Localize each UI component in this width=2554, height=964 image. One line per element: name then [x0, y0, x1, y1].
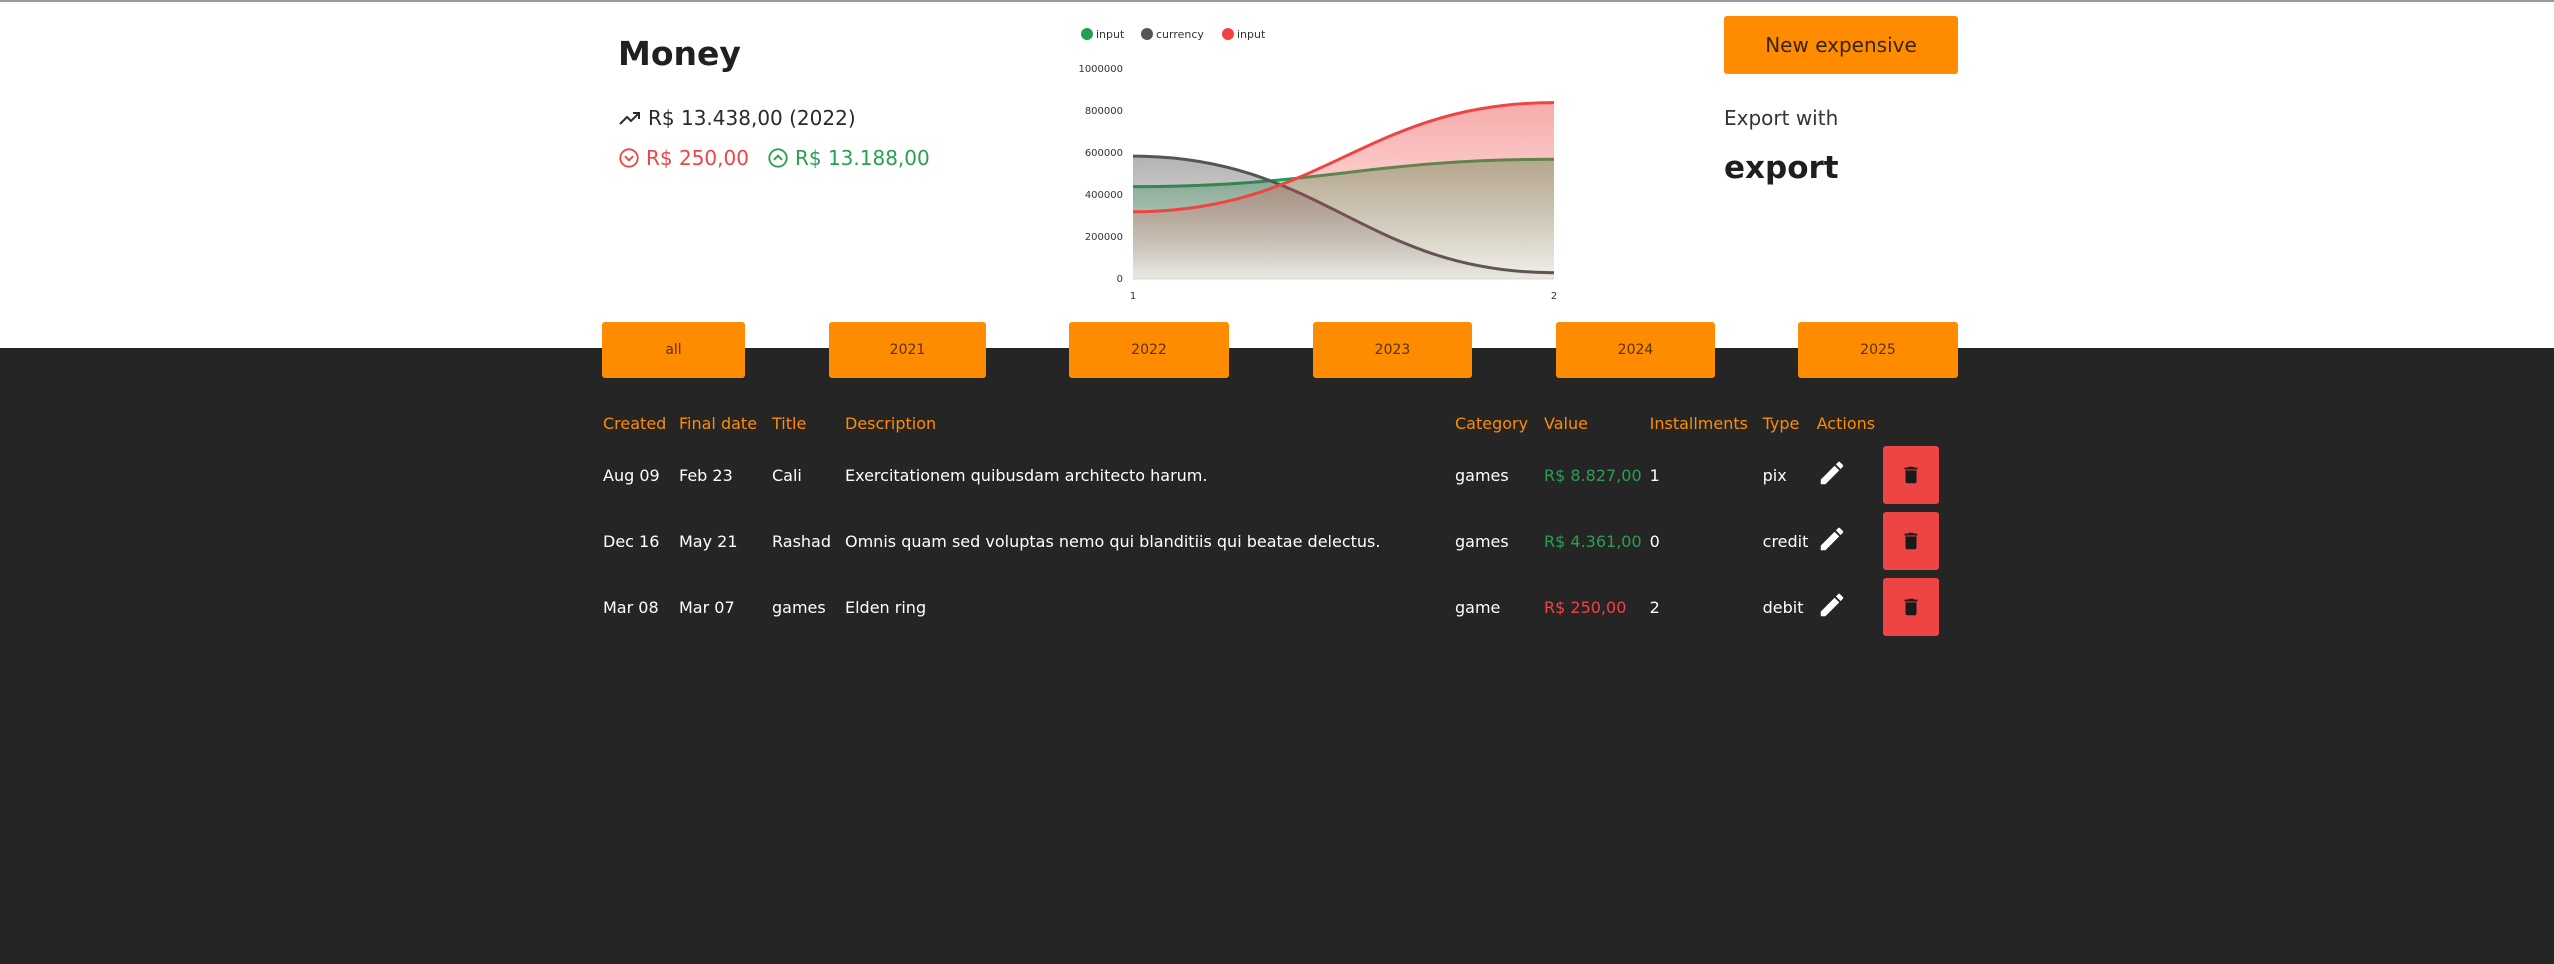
legend-swatch	[1141, 28, 1153, 40]
description-cell: Elden ring	[845, 597, 927, 617]
trash-icon	[1904, 466, 1918, 484]
description-cell: Exercitationem quibusdam architecto haru…	[845, 465, 1208, 485]
column-header[interactable]: Type	[1763, 404, 1817, 442]
subtotals: R$ 250,00 R$ 13.188,00	[618, 146, 930, 170]
y-tick-label: 1000000	[1078, 64, 1123, 75]
chevron-down-circle-icon	[619, 148, 639, 168]
delete-button[interactable]	[1883, 512, 1940, 570]
x-tick-label: 2	[1551, 291, 1557, 302]
table-row: Aug 09 Feb 23 Cali Exercitationem quibus…	[603, 442, 1947, 508]
table-header-row: Created Final date Title Description Cat…	[603, 404, 1947, 442]
export-title[interactable]: export	[1724, 150, 1839, 186]
title-cell: games	[772, 597, 826, 617]
type-cell: credit	[1762, 531, 1809, 551]
area-chart-svg: 0 200000 400000 600000 800000 1000000 1 2 input…	[1078, 28, 1557, 302]
column-header[interactable]: Installments	[1650, 404, 1763, 442]
title-cell: Rashad	[772, 531, 832, 551]
value-cell: R$ 250,00	[1544, 597, 1627, 617]
delete-cell	[1883, 508, 1947, 574]
delete-cell	[1883, 574, 1947, 640]
created-cell: Aug 09	[603, 465, 660, 485]
installments-cell: 0	[1649, 531, 1660, 551]
delete-button[interactable]	[1883, 446, 1940, 504]
x-tick-label: 1	[1130, 291, 1136, 302]
column-header[interactable]: Final date	[679, 404, 772, 442]
legend-label: currency	[1156, 28, 1204, 41]
legend-label: input	[1237, 28, 1266, 41]
area-chart: 0 200000 400000 600000 800000 1000000 1 2 input…	[1060, 20, 1580, 310]
installments-cell: 2	[1649, 597, 1660, 617]
trash-icon	[1904, 598, 1918, 616]
export-label: Export with	[1724, 106, 1839, 130]
created-cell: Mar 08	[603, 597, 659, 617]
expenses-table: Created Final date Title Description Cat…	[603, 404, 1947, 640]
year-filter-all[interactable]: all	[602, 322, 745, 378]
column-header[interactable]: Category	[1455, 404, 1544, 442]
new-expense-button[interactable]: New expensive	[1724, 16, 1958, 74]
total-summary: R$ 13.438,00 (2022)	[618, 106, 856, 130]
pencil-icon[interactable]	[1817, 524, 1847, 554]
value-cell: R$ 4.361,00	[1544, 531, 1642, 551]
category-cell: game	[1455, 597, 1501, 617]
column-header[interactable]: Created	[603, 404, 679, 442]
year-filter-2021[interactable]: 2021	[829, 322, 986, 378]
trash-icon	[1904, 532, 1918, 550]
trending-up-icon	[619, 112, 640, 125]
year-filter-2025[interactable]: 2025	[1798, 322, 1958, 378]
column-header-delete	[1883, 404, 1947, 442]
legend-swatch	[1081, 28, 1093, 40]
description-cell: Omnis quam sed voluptas nemo qui blandit…	[845, 531, 1381, 551]
page-title: Money	[618, 34, 741, 73]
negative-total: R$ 250,00	[646, 146, 749, 170]
legend-swatch	[1222, 28, 1234, 40]
delete-button[interactable]	[1883, 578, 1940, 636]
title-cell: Cali	[772, 465, 802, 485]
pencil-icon[interactable]	[1817, 458, 1847, 488]
category-cell: games	[1455, 465, 1509, 485]
created-cell: Dec 16	[603, 531, 660, 551]
positive-summary: R$ 13.188,00	[767, 146, 930, 170]
type-cell: pix	[1762, 465, 1787, 485]
type-cell: debit	[1762, 597, 1804, 617]
category-cell: games	[1455, 531, 1509, 551]
positive-total: R$ 13.188,00	[794, 146, 930, 170]
year-filter-2022[interactable]: 2022	[1069, 322, 1229, 378]
column-header[interactable]: Value	[1544, 404, 1650, 442]
column-header: Actions	[1816, 413, 1876, 433]
year-filter-2023[interactable]: 2023	[1313, 322, 1472, 378]
edit-cell	[1817, 574, 1883, 640]
final-date-cell: Feb 23	[679, 465, 733, 485]
table-row: Mar 08 Mar 07 games Elden ring game R$ 2…	[603, 574, 1947, 640]
negative-summary: R$ 250,00	[618, 146, 749, 170]
edit-cell	[1817, 442, 1883, 508]
installments-cell: 1	[1649, 465, 1660, 485]
legend-label: input	[1096, 28, 1125, 41]
column-header[interactable]: Description	[845, 404, 1455, 442]
chevron-up-circle-icon	[768, 148, 788, 168]
final-date-cell: May 21	[679, 531, 738, 551]
year-filter-2024[interactable]: 2024	[1556, 322, 1715, 378]
y-tick-label: 600000	[1085, 148, 1123, 159]
y-tick-label: 800000	[1085, 106, 1123, 117]
pencil-icon[interactable]	[1817, 590, 1847, 620]
y-tick-label: 0	[1117, 274, 1123, 285]
table-row: Dec 16 May 21 Rashad Omnis quam sed volu…	[603, 508, 1947, 574]
y-tick-label: 200000	[1085, 232, 1123, 243]
total-value: R$ 13.438,00 (2022)	[648, 106, 856, 130]
final-date-cell: Mar 07	[679, 597, 735, 617]
y-tick-label: 400000	[1085, 190, 1123, 201]
delete-cell	[1883, 442, 1947, 508]
value-cell: R$ 8.827,00	[1544, 465, 1642, 485]
edit-cell	[1817, 508, 1883, 574]
column-header[interactable]: Title	[772, 404, 845, 442]
